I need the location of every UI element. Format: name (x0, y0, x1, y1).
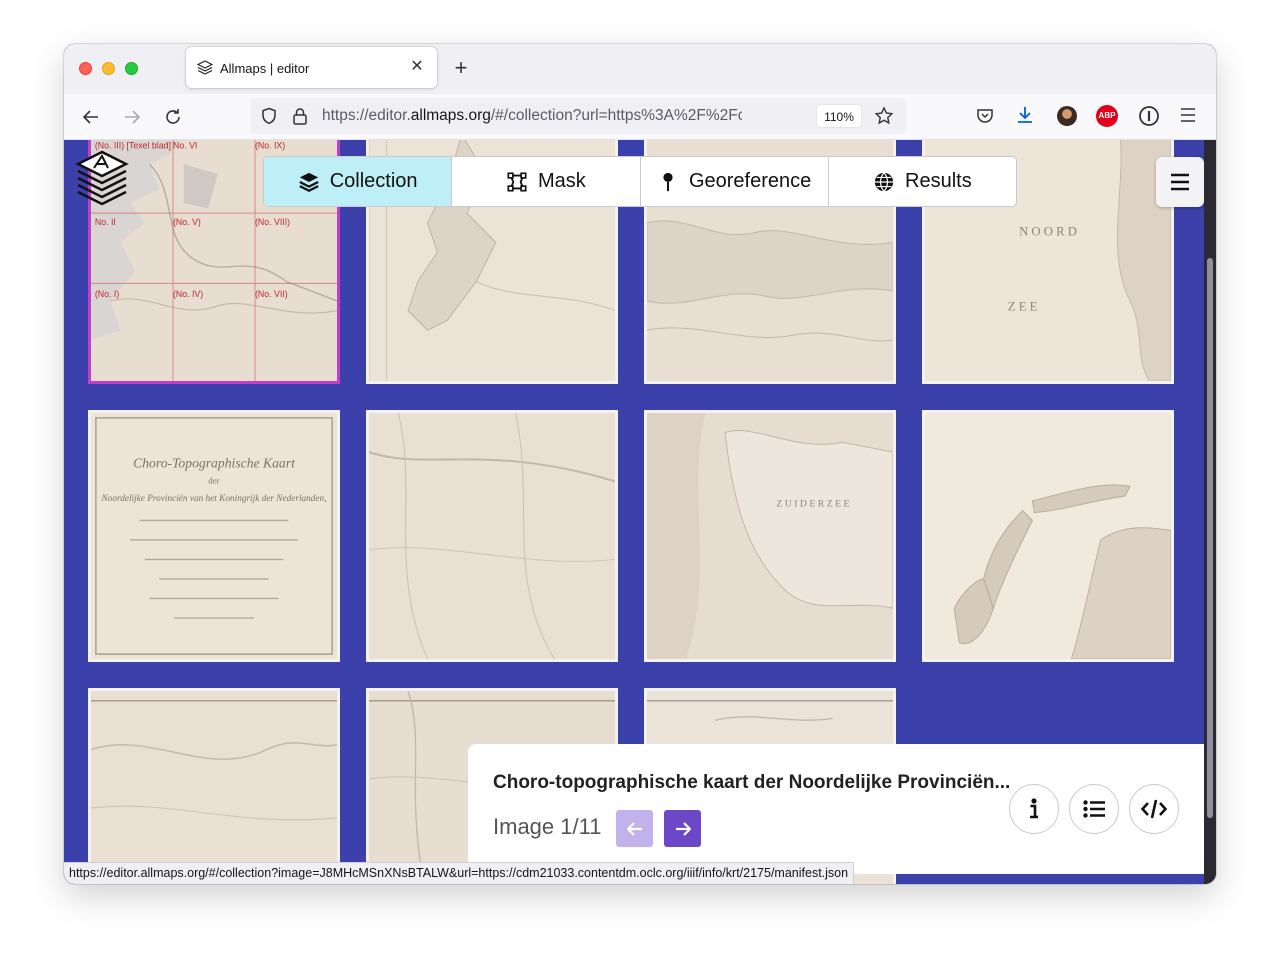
index-label: (No. IV) (173, 289, 203, 299)
map-thumbnail[interactable]: Z U I D E R Z E E (644, 410, 896, 662)
index-label: No. VI (173, 141, 197, 151)
tab-label: Mask (537, 170, 586, 192)
adblock-plus-icon[interactable]: ABP (1096, 105, 1118, 127)
page-scrollbar[interactable] (1204, 140, 1216, 884)
new-tab-icon[interactable]: + (450, 57, 472, 79)
tab-results[interactable]: Results (829, 157, 1016, 206)
next-image-button[interactable] (664, 810, 701, 847)
layers-icon (299, 172, 319, 192)
map-title-line: Choro-Topographische Kaart (133, 456, 296, 471)
minimize-window-button[interactable] (102, 62, 115, 75)
tab-label: Georeference (688, 170, 812, 192)
image-counter: Image 1/11 (493, 814, 602, 839)
tab-label: Results (905, 170, 972, 192)
link-status-bar: https://editor.allmaps.org/#/collection?… (64, 862, 855, 884)
map-title-line: Noordelijke Provinciën van het Koningrij… (101, 494, 327, 504)
index-label: No. II (95, 217, 116, 227)
address-bar[interactable]: https://editor.allmaps.org/#/collection?… (250, 98, 906, 134)
tab-strip: Allmaps | editor ✕ + (64, 44, 1216, 94)
pocket-icon[interactable] (975, 106, 995, 126)
hamburger-icon (1171, 173, 1189, 191)
tab-mask[interactable]: Mask (452, 157, 641, 206)
extension-info-icon[interactable] (1138, 105, 1160, 127)
index-label: (No. IX) (255, 141, 285, 151)
map-image (369, 413, 615, 659)
browser-tab[interactable]: Allmaps | editor ✕ (186, 47, 437, 88)
map-image: Z U I D E R Z E E (647, 413, 893, 659)
index-label: (No. VII) (255, 289, 288, 299)
map-image (925, 413, 1171, 659)
browser-window: Allmaps | editor ✕ + https://editor.allm… (64, 44, 1216, 884)
url-text[interactable]: https://editor.allmaps.org/#/collection?… (322, 107, 742, 125)
allmaps-logo[interactable] (74, 148, 130, 208)
globe-icon (874, 171, 894, 192)
close-tab-icon[interactable]: ✕ (407, 57, 427, 77)
app-menu-button[interactable] (1156, 157, 1204, 207)
tab-label: Collection (329, 170, 418, 192)
navigation-bar: https://editor.allmaps.org/#/collection?… (64, 94, 1216, 140)
previous-image-button[interactable] (616, 810, 653, 847)
zoom-level[interactable]: 110% (816, 104, 862, 128)
code-button[interactable] (1129, 784, 1179, 834)
allmaps-favicon-icon (197, 60, 213, 75)
code-icon (1141, 799, 1167, 819)
scrollbar-thumb[interactable] (1207, 258, 1213, 818)
map-image (91, 691, 337, 884)
map-thumbnail[interactable] (922, 410, 1174, 662)
shield-icon[interactable] (260, 107, 278, 125)
step-navigation: Collection Mask Georeference Results (263, 156, 1017, 207)
map-thumbnail[interactable]: Choro-Topographische Kaart der Noordelij… (88, 410, 340, 662)
map-image: Choro-Topographische Kaart der Noordelij… (91, 413, 337, 659)
bookmark-star-icon[interactable] (874, 106, 894, 126)
downloads-icon[interactable] (1015, 105, 1035, 125)
tab-georeference[interactable]: Georeference (641, 157, 829, 206)
lock-icon[interactable] (292, 107, 308, 125)
index-label: (No. VIII) (255, 217, 290, 227)
close-window-button[interactable] (79, 62, 92, 75)
sea-label: Z U I D E R Z E E (776, 499, 849, 510)
map-title: Choro-topographische kaart der Noordelij… (493, 772, 1011, 793)
arrow-left-icon (626, 821, 642, 836)
sea-label: Z E E (1008, 300, 1038, 314)
index-label: (No. I) (95, 289, 119, 299)
zoom-window-button[interactable] (125, 62, 138, 75)
list-icon (1083, 800, 1105, 818)
pin-icon (663, 172, 673, 191)
tab-title: Allmaps | editor (220, 61, 310, 76)
info-icon (1030, 798, 1038, 819)
reload-icon[interactable] (158, 102, 188, 132)
info-button[interactable] (1009, 784, 1059, 834)
mask-icon (507, 171, 527, 192)
back-arrow-icon[interactable] (76, 102, 106, 132)
account-avatar[interactable] (1057, 106, 1077, 126)
sea-label: N O O R D (1019, 225, 1077, 239)
image-info-panel: Choro-topographische kaart der Noordelij… (468, 744, 1204, 874)
map-title-line: der (208, 475, 219, 485)
arrow-right-icon (675, 821, 691, 836)
list-button[interactable] (1069, 784, 1119, 834)
editor-page: (No. III) [Texel blad] No. VI (No. IX) N… (64, 140, 1204, 884)
forward-arrow-icon[interactable] (117, 102, 147, 132)
map-thumbnail[interactable] (366, 410, 618, 662)
index-label: (No. V) (173, 217, 201, 227)
tab-collection[interactable]: Collection (264, 157, 453, 206)
browser-menu-icon[interactable] (1179, 107, 1197, 123)
map-thumbnail[interactable] (88, 688, 340, 884)
